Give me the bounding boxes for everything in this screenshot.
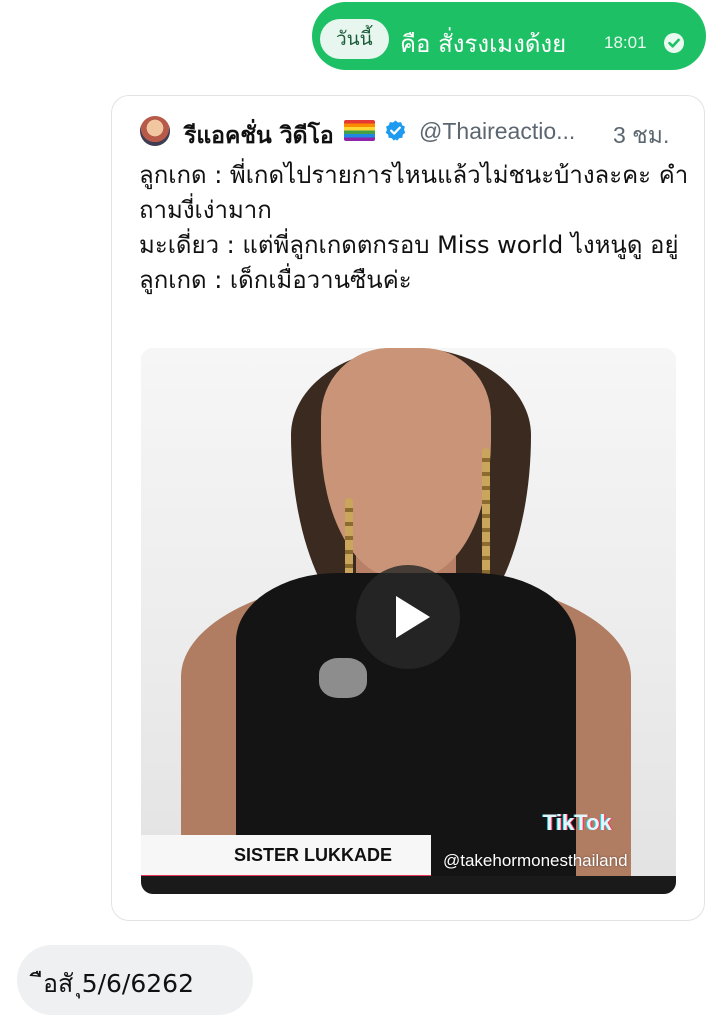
tweet-handle[interactable]: @Thaireactio... <box>419 118 575 145</box>
lower-third-name: SISTER LUKKADE <box>234 845 393 865</box>
outgoing-message-bubble[interactable]: วันนี้ คือ สั่งรงเมงด้งย 18:01 <box>312 2 706 70</box>
date-pill: วันนี้ <box>320 19 389 59</box>
play-icon <box>396 596 430 638</box>
read-check-icon <box>664 33 684 53</box>
video-bottom-edge <box>141 876 676 894</box>
tweet-age: 3 ชม. <box>613 122 670 148</box>
tweet-card[interactable]: รีแอคชั่น วิดีโอ @Thaireactio... 3 ชม. ล… <box>111 95 705 921</box>
microphone <box>319 658 367 698</box>
video-thumbnail[interactable]: TikTok SISTER LUKKADE @takehormonesthail… <box>141 348 676 894</box>
incoming-message-bubble[interactable]: ือสั ุ5/6/6262 <box>17 945 253 1015</box>
tweet-line: ลูกเกด : เด็กเมื่อวานซืนค่ะ <box>139 266 412 294</box>
play-button[interactable] <box>356 565 460 669</box>
verified-badge-icon <box>384 119 407 142</box>
tweet-author-name[interactable]: รีแอคชั่น วิดีโอ <box>184 118 334 154</box>
message-time: 18:01 <box>604 33 647 52</box>
tweet-line: มะเดี่ยว : แต่พี่ลูกเกดตกรอบ Miss world … <box>139 231 679 259</box>
incoming-message-text: ือสั ุ5/6/6262 <box>43 969 194 998</box>
outgoing-message-text: คือ สั่งรงเมงด้งย <box>400 30 567 58</box>
rainbow-flag-icon <box>344 120 375 141</box>
lower-third-bar: SISTER LUKKADE <box>141 835 431 881</box>
video-watermark: @takehormonesthailand <box>443 851 628 870</box>
earring <box>482 448 490 588</box>
tiktok-logo: TikTok <box>543 810 612 835</box>
tweet-body: ลูกเกด : พี่เกดไปรายการไหนแล้วไม่ชนะบ้าง… <box>139 158 689 298</box>
tweet-line: ลูกเกด : พี่เกดไปรายการไหนแล้วไม่ชนะบ้าง… <box>139 161 689 224</box>
avatar[interactable] <box>140 116 170 146</box>
